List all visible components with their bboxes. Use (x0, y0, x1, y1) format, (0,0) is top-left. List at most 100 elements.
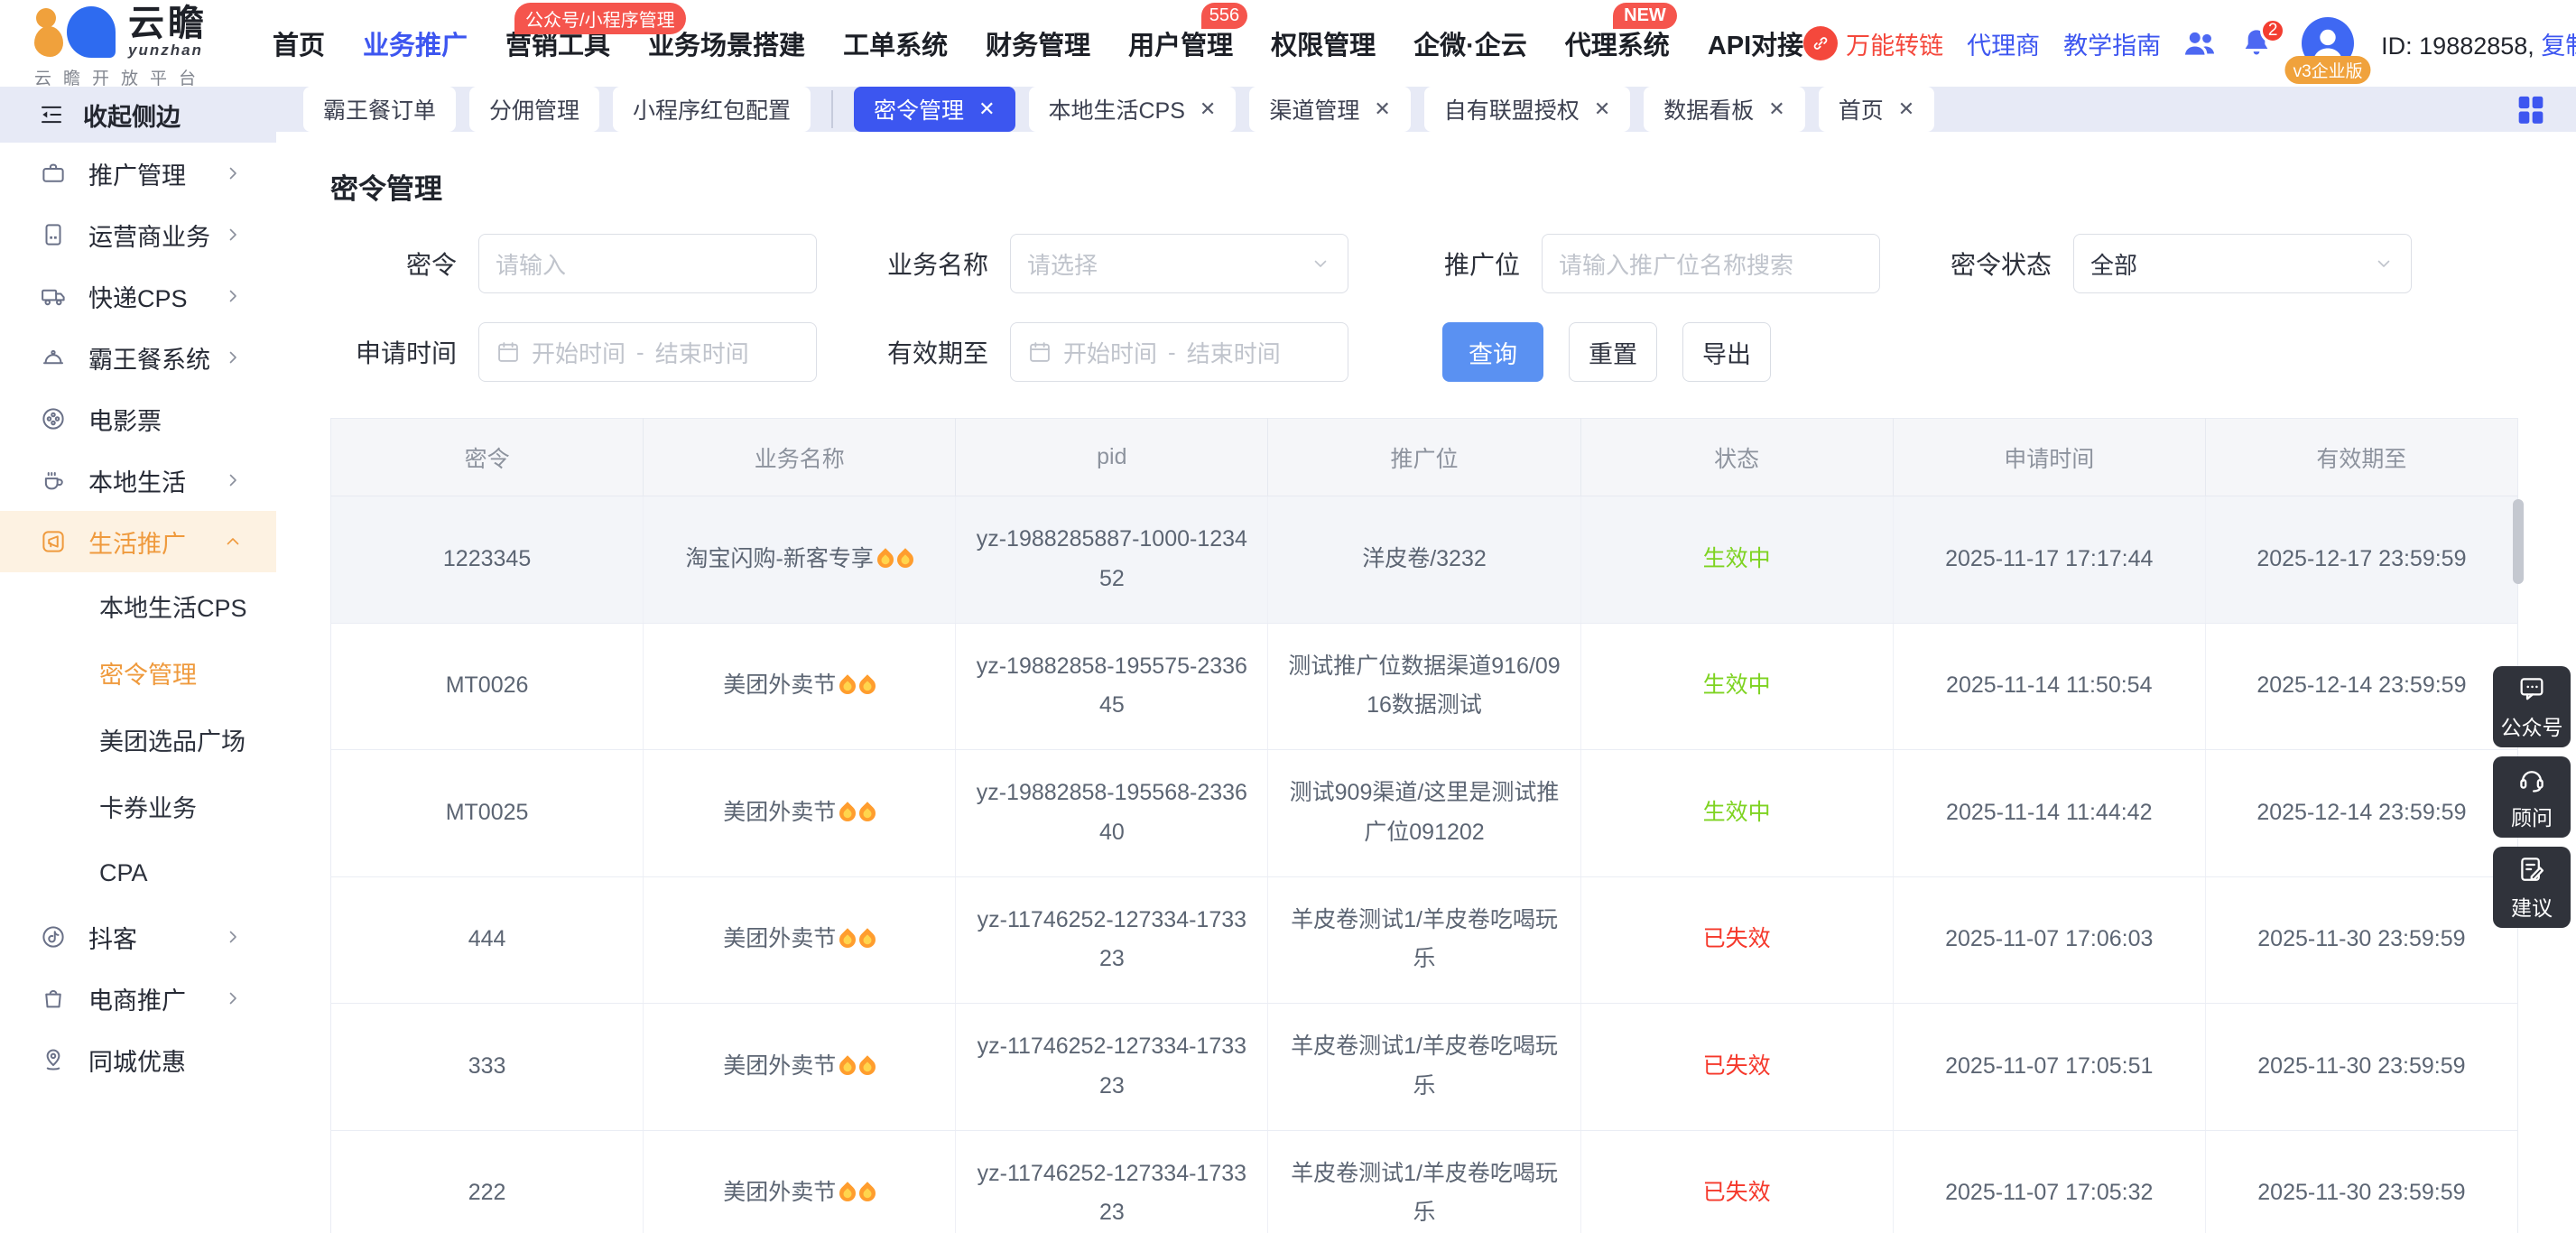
nav-item[interactable]: 财务管理 (986, 0, 1090, 87)
range-start-placeholder: 开始时间 (532, 339, 626, 367)
tab-close-icon[interactable]: ✕ (1200, 97, 1216, 121)
secret-codes-table: 密令 业务名称 pid 推广位 状态 申请时间 有效期至 1223345 淘宝闪购-新客专享 y… (330, 418, 2518, 1233)
nav-item[interactable]: 工单系统 (843, 0, 948, 87)
reset-button[interactable]: 重置 (1569, 322, 1657, 382)
table-row[interactable]: 333 美团外卖节 yz-11746252-127334-173323 羊皮卷测试1/… (330, 1003, 2518, 1131)
pinned-tab[interactable]: 小程序红包配置 (613, 87, 811, 132)
universal-link-link[interactable]: 万能转链 (1803, 26, 1943, 61)
nav-item[interactable]: 营销工具 公众号/小程序管理 (505, 0, 686, 87)
megaphone-icon (40, 528, 67, 555)
status-badge: 生效中 (1580, 623, 1894, 750)
filter-label: 推广位 (1443, 251, 1520, 279)
tab-label: 分佣管理 (489, 98, 580, 124)
sidebar-subitem[interactable]: CPA (0, 839, 276, 906)
table-row[interactable]: 222 美团外卖节 yz-11746252-127334-173323 羊皮卷测试1/… (330, 1130, 2518, 1233)
sidebar-item[interactable]: 运营商业务 (0, 204, 276, 265)
tab[interactable]: 渠道管理 ✕ (1249, 87, 1411, 132)
pinned-tab[interactable]: 分佣管理 (469, 87, 600, 132)
sidebar-item[interactable]: 推广管理 (0, 143, 276, 204)
contacts-icon[interactable] (2181, 24, 2219, 62)
sidebar-subitem[interactable]: 密令管理 (0, 639, 276, 706)
tab-label: 小程序红包配置 (633, 98, 792, 124)
nav-item[interactable]: 权限管理 (1271, 0, 1376, 87)
expire-time-range[interactable]: 开始时间 - 结束时间 (1010, 322, 1348, 382)
business-select[interactable]: 请选择 (1010, 234, 1348, 293)
scrollbar-thumb[interactable] (2513, 499, 2524, 584)
table-wrap: 密令 业务名称 pid 推广位 状态 申请时间 有效期至 1223345 淘宝闪购-新客专享 y… (330, 418, 2524, 1233)
nav-item[interactable]: 企微·企云 (1413, 0, 1527, 87)
sidebar-item-label: 推广管理 (88, 162, 186, 190)
layout-grid-icon[interactable] (2513, 91, 2549, 127)
status-select[interactable]: 全部 (2073, 234, 2412, 293)
collapse-sidebar-button[interactable]: 收起侧边 (0, 87, 276, 143)
guide-link[interactable]: 教学指南 (2063, 26, 2161, 61)
cell-expires: 2025-12-14 23:59:59 (2205, 749, 2518, 877)
sidebar-subitem[interactable]: 卡券业务 (0, 773, 276, 839)
sidebar-item[interactable]: 霸王餐系统 (0, 327, 276, 388)
cell-expires: 2025-11-30 23:59:59 (2205, 876, 2518, 1004)
nav-item[interactable]: 业务推广 (363, 0, 468, 87)
flame-icon (856, 802, 879, 825)
cell-expires: 2025-12-17 23:59:59 (2205, 496, 2518, 624)
cell-pid: yz-1988285887-1000-123452 (955, 496, 1269, 624)
tab-close-icon[interactable]: ✕ (1374, 97, 1390, 121)
tab[interactable]: 数据看板 ✕ (1644, 87, 1805, 132)
tab[interactable]: 密令管理 ✕ (854, 87, 1015, 132)
nav-item-label: 代理系统 (1564, 32, 1670, 60)
brand-logo[interactable]: 云瞻 yunzhan 云瞻开放平台 (0, 0, 227, 89)
sidebar-item[interactable]: 生活推广 (0, 511, 276, 572)
status-badge: 已失效 (1580, 1130, 1894, 1233)
tab-close-icon[interactable]: ✕ (978, 97, 995, 121)
copy-id-button[interactable]: 复制 (2541, 32, 2576, 60)
sidebar-item[interactable]: 电商推广 (0, 968, 276, 1029)
filter-label: 业务名称 (886, 251, 988, 279)
nav-item[interactable]: API对接 (1708, 0, 1803, 87)
position-input[interactable]: 请输入推广位名称搜索 (1542, 234, 1880, 293)
tab[interactable]: 首页 ✕ (1818, 87, 1935, 132)
tab-close-icon[interactable]: ✕ (1594, 97, 1610, 121)
flame-icon (856, 674, 879, 699)
brand-subtitle: yunzhan (128, 41, 203, 59)
cell-applied: 2025-11-14 11:50:54 (1893, 623, 2206, 750)
query-button[interactable]: 查询 (1442, 322, 1543, 382)
sidebar-item[interactable]: 电影票 (0, 388, 276, 450)
user-avatar[interactable]: v3企业版 (2284, 17, 2371, 84)
tab-close-icon[interactable]: ✕ (1768, 97, 1784, 121)
nav-item[interactable]: 用户管理 556 (1128, 0, 1248, 87)
export-button[interactable]: 导出 (1682, 322, 1771, 382)
status-badge: 已失效 (1580, 1003, 1894, 1131)
table-row[interactable]: MT0026 美团外卖节 yz-19882858-195575-233645 测试推广… (330, 623, 2518, 750)
notifications-bell[interactable]: 2 (2238, 18, 2286, 61)
chevron-up-icon (222, 531, 244, 552)
suggestion-button[interactable]: 建议 (2493, 847, 2571, 928)
column-header-secret: 密令 (330, 418, 644, 496)
secret-input[interactable]: 请输入 (478, 234, 817, 293)
douyin-icon (40, 923, 67, 950)
sidebar-subitem[interactable]: 美团选品广场 (0, 706, 276, 773)
business-name: 美团外卖节 (723, 1052, 837, 1079)
column-header-applied: 申请时间 (1893, 418, 2206, 496)
pinned-tab[interactable]: 霸王餐订单 (303, 87, 457, 132)
sidebar-item[interactable]: 抖客 (0, 906, 276, 968)
cell-position: 测试909渠道/这里是测试推广位091202 (1267, 749, 1581, 877)
sidebar-item[interactable]: 本地生活 (0, 450, 276, 511)
sidebar: 收起侧边推广管理运营商业务 快递CPS 霸王餐系统 电影票 本地生活 生活推广 本地生活CP… (0, 87, 276, 1233)
tab-close-icon[interactable]: ✕ (1898, 97, 1914, 121)
advisor-button[interactable]: 顾问 (2493, 756, 2571, 838)
table-row[interactable]: 1223345 淘宝闪购-新客专享 yz-1988285887-1000-12345… (330, 496, 2518, 624)
tab[interactable]: 自有联盟授权 ✕ (1423, 87, 1631, 132)
official-account-button[interactable]: 公众号 (2493, 666, 2571, 747)
sidebar-subitem[interactable]: 本地生活CPS (0, 572, 276, 639)
sidebar-item[interactable]: 快递CPS (0, 265, 276, 327)
table-row[interactable]: MT0025 美团外卖节 yz-19882858-195568-233640 测试90… (330, 749, 2518, 877)
agent-link[interactable]: 代理商 (1967, 26, 2040, 61)
nav-item[interactable]: 代理系统 NEW (1564, 0, 1677, 87)
sidebar-item-label: 抖客 (88, 925, 137, 953)
nav-item[interactable]: 首页 (273, 0, 325, 87)
table-row[interactable]: 444 美团外卖节 yz-11746252-127334-173323 羊皮卷测试1/… (330, 876, 2518, 1004)
plan-badge: v3企业版 (2284, 56, 2371, 84)
sidebar-item[interactable]: 同城优惠 (0, 1029, 276, 1090)
tab[interactable]: 本地生活CPS ✕ (1028, 87, 1237, 132)
column-header-pid: pid (955, 418, 1269, 496)
apply-time-range[interactable]: 开始时间 - 结束时间 (478, 322, 817, 382)
